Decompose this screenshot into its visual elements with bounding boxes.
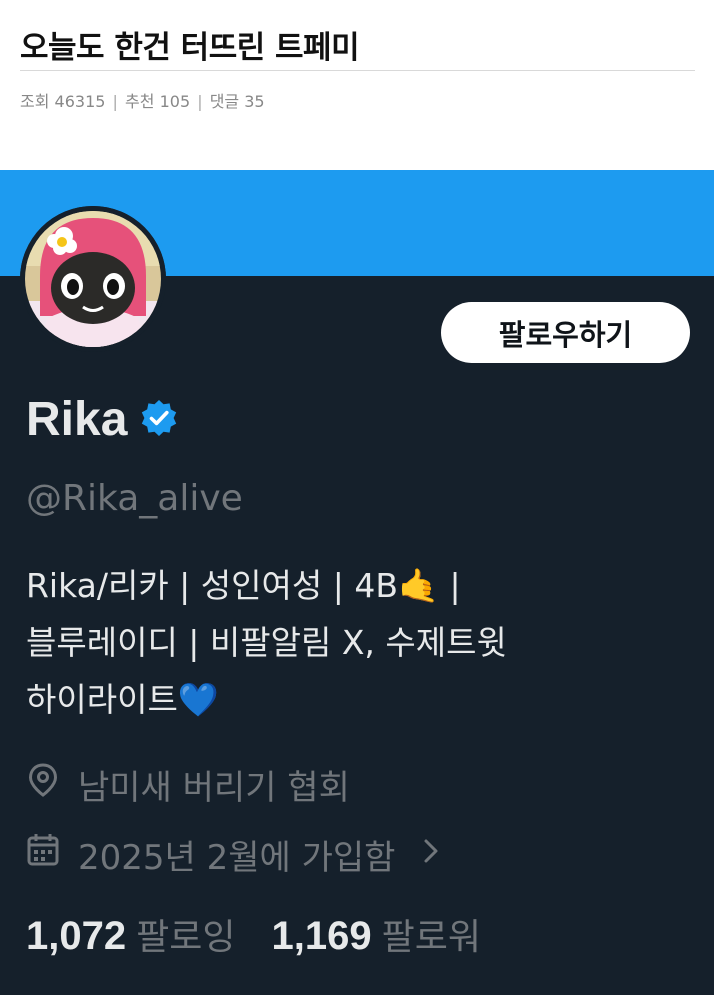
recommend-count: 105 xyxy=(159,92,191,111)
followers-count: 1,169 xyxy=(271,914,372,958)
views-label: 조회 xyxy=(20,92,50,111)
comments-count: 35 xyxy=(244,92,265,111)
name-row: Rika xyxy=(26,392,179,447)
following-label: 팔로잉 xyxy=(136,917,236,958)
location-text: 남미새 버리기 협회 xyxy=(78,768,350,808)
following-count: 1,072 xyxy=(26,914,127,958)
comments-label: 댓글 xyxy=(209,92,240,111)
calendar-icon xyxy=(26,832,60,877)
bio-line: 하이라이트💙 xyxy=(26,680,219,719)
meta-separator: | xyxy=(112,92,118,111)
recommend-label: 추천 xyxy=(125,92,155,111)
follow-button[interactable]: 팔로우하기 xyxy=(441,302,690,363)
views-count: 46315 xyxy=(54,92,106,111)
joined-text: 2025년 2월에 가입함 xyxy=(78,838,396,878)
following-link[interactable]: 1,072 팔로잉 xyxy=(26,908,235,960)
profile-handle: @Rika_alive xyxy=(26,478,243,519)
profile-stats: 1,072 팔로잉 1,169 팔로워 xyxy=(26,908,481,960)
location-pin-icon xyxy=(26,762,60,807)
profile-bio: Rika/리카 | 성인여성 | 4B🤙 | 블루레이디 | 비팔알림 X, 수… xyxy=(26,557,686,728)
profile-joined[interactable]: 2025년 2월에 가입함 xyxy=(26,830,441,879)
title-divider xyxy=(20,70,695,71)
followers-link[interactable]: 1,169 팔로워 xyxy=(271,908,480,960)
profile-location: 남미새 버리기 협회 xyxy=(26,760,350,809)
verified-badge-icon[interactable] xyxy=(139,398,179,442)
followers-label: 팔로워 xyxy=(381,917,481,958)
post-title: 오늘도 한건 터뜨린 트페미 xyxy=(20,30,360,66)
chevron-right-icon xyxy=(421,835,441,875)
bio-line: Rika/리카 | 성인여성 | 4B🤙 | xyxy=(26,566,461,605)
bio-line: 블루레이디 | 비팔알림 X, 수제트윗 xyxy=(26,623,507,662)
avatar[interactable] xyxy=(20,206,166,352)
meta-separator: | xyxy=(197,92,203,111)
display-name: Rika xyxy=(26,393,128,446)
post-meta: 조회 46315 | 추천 105 | 댓글 35 xyxy=(20,88,265,112)
